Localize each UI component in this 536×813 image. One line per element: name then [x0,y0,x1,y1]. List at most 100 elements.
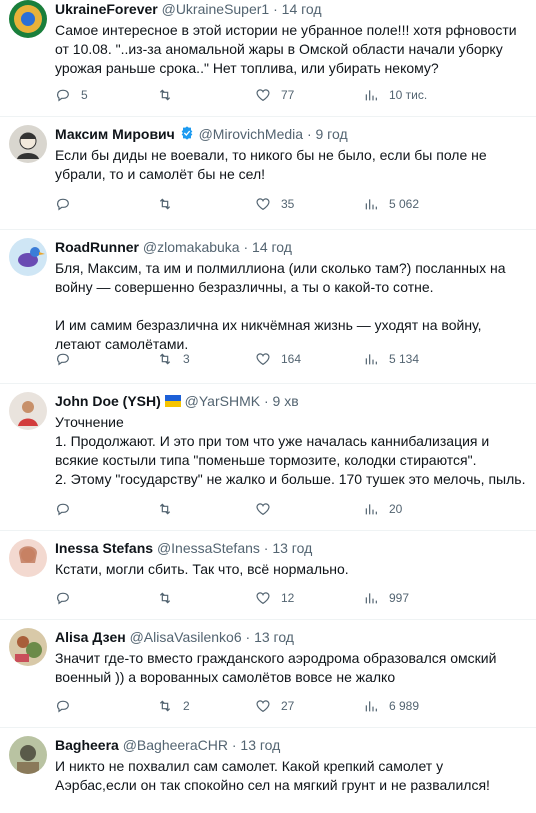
retweet-button[interactable]: 3 [157,351,190,367]
like-button[interactable]: 164 [255,351,301,367]
like-button[interactable] [255,501,281,517]
display-name[interactable]: Inessa Stefans [55,540,153,556]
avatar[interactable] [9,539,47,577]
retweet-button[interactable] [157,196,183,212]
user-handle[interactable]: @UkraineSuper1 [162,1,270,17]
reply-icon [57,592,69,605]
reply-button[interactable] [55,196,81,212]
views-count: 20 [389,502,403,516]
reply-button[interactable] [55,698,81,714]
reply-icon [57,503,69,516]
reply-icon [57,198,69,211]
avatar[interactable] [9,628,47,666]
reply-icon [57,89,69,102]
like-icon [256,353,270,366]
user-handle[interactable]: @YarSHMK [185,393,260,409]
display-name[interactable]: John Doe (YSH) [55,393,161,409]
tweet-text: Кстати, могли сбить. Так что, всё нормал… [55,561,349,577]
views-button[interactable]: 997 [363,590,409,606]
views-button[interactable]: 10 тис. [363,87,427,103]
tweet[interactable]: Alisa Дзен @AlisaVasilenko6 · 13 год Зна… [0,620,536,728]
separator: · [306,126,312,142]
timestamp[interactable]: 13 год [254,629,294,645]
views-count: 5 134 [389,352,420,366]
user-handle[interactable]: @BagheeraCHR [123,737,228,753]
tweet[interactable]: UkraineForever @UkraineSuper1 · 14 год С… [0,0,536,117]
retweet-count: 3 [183,352,190,366]
like-button[interactable]: 35 [255,196,294,212]
like-count: 35 [281,197,295,211]
retweet-button[interactable]: 2 [157,698,190,714]
display-name[interactable]: Bagheera [55,737,119,753]
views-icon [365,199,377,210]
reply-count: 5 [81,88,88,102]
reply-icon [57,700,69,713]
display-name[interactable]: UkraineForever [55,1,158,17]
timestamp[interactable]: 14 год [282,1,322,17]
user-handle[interactable]: @zlomakabuka [143,239,240,255]
timestamp[interactable]: 13 год [240,737,280,753]
retweet-button[interactable] [157,87,183,103]
timestamp[interactable]: 9 хв [273,393,299,409]
tweet-text: Если бы диды не воевали, то никого бы не… [55,147,487,182]
views-button[interactable]: 20 [363,501,402,517]
display-name[interactable]: RoadRunner [55,239,139,255]
reply-button[interactable]: 5 [55,87,88,103]
views-count: 10 тис. [389,88,428,102]
reply-button[interactable] [55,351,81,367]
views-button[interactable]: 6 989 [363,698,419,714]
tweet[interactable]: Максим Мирович @MirovichMedia · 9 год Ес… [0,117,536,230]
tweet-text: Уточнение 1. Продолжают. И это при том ч… [55,414,526,487]
separator: · [231,737,237,753]
avatar[interactable] [9,238,47,276]
views-button[interactable]: 5 062 [363,196,419,212]
tweet[interactable]: Inessa Stefans @InessaStefans · 13 год К… [0,531,536,620]
tweet[interactable]: John Doe (YSH) @YarSHMK · 9 хв Уточнение… [0,384,536,531]
timestamp[interactable]: 14 год [252,239,292,255]
tweet-text: Значит где-то вместо гражданского аэродр… [55,650,497,685]
avatar[interactable] [9,125,47,163]
timestamp[interactable]: 13 год [272,540,312,556]
user-handle[interactable]: @AlisaVasilenko6 [130,629,242,645]
retweet-count: 2 [183,699,190,713]
ukraine-flag-icon [164,395,181,407]
retweet-icon [159,89,171,101]
timestamp[interactable]: 9 год [316,126,348,142]
display-name[interactable]: Максим Мирович [55,126,175,142]
retweet-button[interactable] [157,501,183,517]
reply-button[interactable] [55,590,81,606]
separator: · [263,540,269,556]
like-icon [256,503,270,516]
tweet[interactable]: RoadRunner @zlomakabuka · 14 год Бля, Ма… [0,230,536,384]
tweet[interactable]: Bagheera @BagheeraCHR · 13 год И никто н… [0,728,536,813]
like-button[interactable]: 27 [255,698,294,714]
views-count: 997 [389,591,410,605]
like-icon [256,592,270,605]
display-name[interactable]: Alisa Дзен [55,629,126,645]
views-count: 6 989 [389,699,420,713]
retweet-button[interactable] [157,590,183,606]
like-button[interactable]: 77 [255,87,294,103]
like-count: 164 [281,352,302,366]
avatar[interactable] [9,392,47,430]
views-icon [365,701,377,712]
reply-button[interactable] [55,501,81,517]
avatar[interactable] [9,736,47,774]
like-count: 77 [281,88,295,102]
tweet-text: Бля, Максим, та им и полмиллиона (или ск… [55,260,506,352]
avatar[interactable] [9,0,47,38]
separator: · [273,1,278,17]
reply-icon [57,353,69,366]
user-handle[interactable]: @InessaStefans [157,540,260,556]
user-handle[interactable]: @MirovichMedia [199,126,303,142]
views-button[interactable]: 5 134 [363,351,419,367]
views-count: 5 062 [389,197,420,211]
like-button[interactable]: 12 [255,590,294,606]
separator: · [243,239,249,255]
retweet-icon [159,700,171,712]
retweet-icon [159,353,171,365]
like-icon [256,89,270,102]
like-icon [256,198,270,211]
verified-badge-icon [181,126,193,140]
views-icon [365,90,377,101]
